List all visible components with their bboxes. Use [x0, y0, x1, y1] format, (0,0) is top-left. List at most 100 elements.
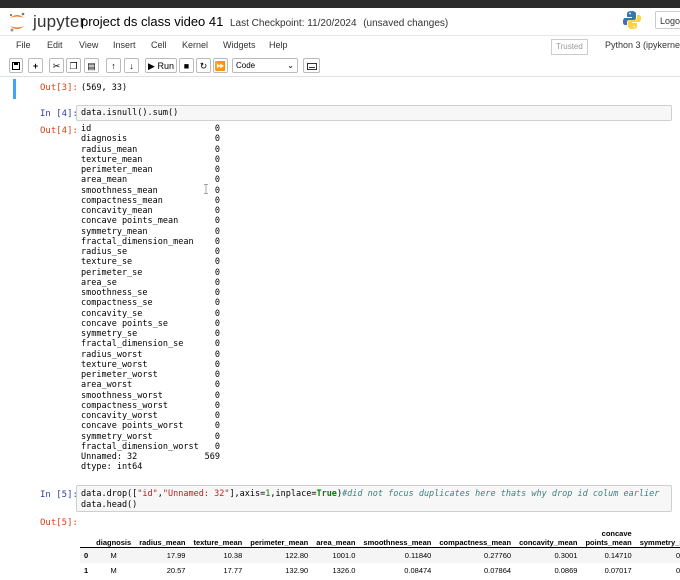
- series-row: symmetry_worst 0: [81, 432, 220, 442]
- kernel-indicator: Python 3 (ipykernel): [605, 40, 680, 50]
- series-row: diagnosis 0: [81, 134, 220, 144]
- table-cell: 1326.0: [332, 566, 356, 575]
- menu-kernel[interactable]: Kernel: [182, 40, 208, 50]
- series-value: 569: [204, 452, 220, 462]
- series-row: area_worst 0: [81, 380, 220, 390]
- move-down-button[interactable]: ↓: [124, 58, 139, 73]
- jupyter-logo[interactable]: jupyter: [7, 11, 87, 32]
- cell-type-value: Code: [236, 61, 256, 70]
- arrow-up-icon: ↑: [111, 61, 116, 71]
- chevron-down-icon: ⌄: [287, 61, 294, 70]
- series-row: concavity_worst 0: [81, 411, 220, 421]
- table-cell: 0.3001: [515, 547, 582, 563]
- interrupt-button[interactable]: ■: [179, 58, 194, 73]
- in5-code-line-2: data.head(): [81, 500, 138, 510]
- series-row: perimeter_mean 0: [81, 165, 220, 175]
- series-value: 0: [214, 206, 220, 216]
- column-header: concave points_mean: [581, 525, 636, 548]
- series-row: smoothness_worst 0: [81, 391, 220, 401]
- table-cell: 0.07017: [604, 566, 632, 575]
- series-value: 0: [214, 308, 220, 319]
- table-cell: 0.27760: [435, 547, 516, 563]
- series-value: 0: [214, 288, 220, 298]
- series-row: symmetry_mean 0: [81, 227, 220, 237]
- arrow-down-icon: ↓: [129, 61, 134, 71]
- restart-button[interactable]: ↻: [196, 58, 211, 73]
- series-row: perimeter_se 0: [81, 268, 220, 278]
- series-row: fractal_dimension_mean 0: [81, 237, 220, 247]
- menu-file[interactable]: File: [16, 40, 31, 50]
- in5-code-cell[interactable]: data.drop(["id","Unnamed: 32"],axis=1,in…: [76, 485, 672, 512]
- notebook-title-row: project ds class video 41 Last Checkpoin…: [81, 14, 448, 29]
- column-header: perimeter_mean: [246, 525, 313, 548]
- menu-widgets[interactable]: Widgets: [223, 40, 256, 50]
- column-header: smoothness_mean: [359, 525, 436, 548]
- command-palette-button[interactable]: [303, 58, 320, 73]
- column-header: [80, 525, 93, 548]
- paste-button[interactable]: ▤: [84, 58, 99, 73]
- table-cell: M: [110, 566, 117, 575]
- table-cell: 122.80: [246, 547, 313, 563]
- in4-prompt: In [4]:: [40, 109, 78, 119]
- series-row: texture_worst 0: [81, 360, 220, 370]
- notebook-title[interactable]: project ds class video 41: [81, 14, 223, 29]
- series-row: radius_se 0: [81, 247, 220, 257]
- in4-code: data.isnull().sum(): [81, 108, 179, 118]
- out4-prompt: Out[4]:: [40, 126, 78, 136]
- column-header: area_mean: [312, 525, 360, 548]
- series-value: 0: [214, 380, 220, 391]
- cut-button[interactable]: ✂: [49, 58, 64, 73]
- series-value: 0: [214, 421, 220, 432]
- stop-icon: ■: [183, 61, 190, 71]
- logout-button[interactable]: Logou: [655, 11, 680, 29]
- series-value: 0: [214, 318, 220, 329]
- menu-cell[interactable]: Cell: [151, 40, 167, 50]
- series-row: concavity_se 0: [81, 309, 220, 319]
- out3-prompt: Out[3]:: [40, 83, 78, 93]
- restart-run-all-button[interactable]: ⏩: [213, 58, 228, 73]
- cell-type-select[interactable]: Code ⌄: [232, 58, 298, 73]
- series-row: radius_mean 0: [81, 145, 220, 155]
- plus-icon: +: [32, 61, 39, 71]
- trusted-indicator[interactable]: Trusted: [551, 39, 588, 55]
- column-header: compactness_mean: [435, 525, 516, 548]
- menu-help[interactable]: Help: [269, 40, 288, 50]
- in4-code-cell[interactable]: data.isnull().sum(): [76, 105, 672, 121]
- code-token: ],axis=: [229, 489, 266, 499]
- in5-code-line-1: data.drop(["id","Unnamed: 32"],axis=1,in…: [81, 489, 659, 499]
- out5-prompt: Out[5]:: [40, 518, 78, 528]
- menu-view[interactable]: View: [79, 40, 98, 50]
- series-value: 0: [214, 154, 220, 165]
- series-value: 0: [214, 236, 220, 247]
- table-row: 1 M 20.57 17.77 132.90 1326.0 0.08474 0.07864 0.…: [80, 563, 680, 578]
- run-label: Run: [157, 61, 174, 71]
- series-value: 0: [214, 175, 220, 186]
- menu-insert[interactable]: Insert: [113, 40, 136, 50]
- series-value: 0: [214, 185, 220, 196]
- code-string: "Unnamed: 32": [162, 489, 230, 499]
- menu-edit[interactable]: Edit: [47, 40, 63, 50]
- run-button[interactable]: ▶ Run: [145, 58, 177, 73]
- fast-forward-icon: ⏩: [214, 61, 227, 71]
- move-up-button[interactable]: ↑: [106, 58, 121, 73]
- save-button[interactable]: [9, 58, 23, 73]
- jupyter-logo-icon: [9, 12, 25, 32]
- series-row: compactness_se 0: [81, 298, 220, 308]
- table-cell: M: [92, 547, 136, 563]
- series-row: concave points_mean 0: [81, 216, 220, 226]
- series-row: compactness_mean 0: [81, 196, 220, 206]
- column-header: symmetry_mean: [635, 525, 680, 548]
- table-header-row: diagnosis radius_mean texture_mean perimete…: [80, 525, 680, 548]
- series-row: Unnamed: 32 569: [81, 452, 220, 462]
- selected-cell-indicator: [13, 79, 16, 99]
- series-value: 0: [214, 165, 220, 175]
- insert-cell-button[interactable]: +: [28, 58, 43, 73]
- copy-icon: ❐: [69, 61, 78, 71]
- code-string: "id": [137, 489, 158, 499]
- series-value: 0: [214, 134, 220, 145]
- column-header: diagnosis: [92, 525, 136, 548]
- series-value: 0: [214, 195, 220, 206]
- row-index: 0: [80, 547, 93, 563]
- series-row: id 0: [81, 124, 220, 134]
- copy-button[interactable]: ❐: [66, 58, 81, 73]
